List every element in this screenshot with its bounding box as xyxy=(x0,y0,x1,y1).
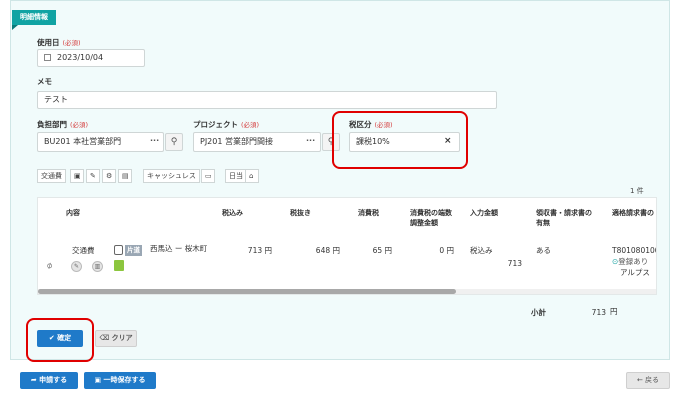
col-tax: 消費税 xyxy=(358,209,379,217)
row-route: 西馬込 ー 桜木町 xyxy=(150,244,208,253)
delete-icon[interactable]: ▥ xyxy=(92,261,103,272)
use-date-field[interactable]: 2023/10/04 xyxy=(37,49,145,67)
record-count: 1 件 xyxy=(630,187,644,195)
memo-label: メモ xyxy=(37,77,52,86)
department-search-button[interactable]: ⚲ xyxy=(165,133,183,151)
oneway-badge: 片道 xyxy=(125,245,142,256)
department-field[interactable]: BU201 本社営業部門 xyxy=(37,132,164,152)
train-row-icon xyxy=(114,245,123,255)
row-tax-out: 648 円 xyxy=(315,246,340,255)
project-label: プロジェクト (必須) xyxy=(193,120,260,129)
highlight-tax xyxy=(332,111,468,169)
train-icon[interactable]: ▣ xyxy=(70,169,84,183)
toolbar-daily-button[interactable]: 日当 xyxy=(225,169,247,183)
row-tax: 65 円 xyxy=(372,246,392,255)
row-invoice-name: アルプス xyxy=(620,268,650,277)
col-receipt: 領収書・請求書の 有無 xyxy=(536,209,592,227)
row-input-amount: 713 xyxy=(507,259,522,268)
col-invoice: 適格請求書の xyxy=(612,209,654,217)
highlight-confirm xyxy=(26,318,94,362)
memo-field[interactable]: テスト xyxy=(37,91,497,109)
send-icon: ➦ xyxy=(30,376,40,384)
pen-icon[interactable]: ✎ xyxy=(86,169,100,183)
edit-icon[interactable]: ✎ xyxy=(71,261,82,272)
ic-card-icon xyxy=(114,260,124,271)
save-draft-button[interactable]: ▣ 一時保存する xyxy=(84,372,156,389)
commuter-icon[interactable]: ⚙ xyxy=(102,169,116,183)
toolbar-transport-button[interactable]: 交通費 xyxy=(37,169,66,183)
row-invoice-status: ⊙登録あり xyxy=(612,257,649,266)
row-invoice-no: T801080100 xyxy=(612,246,656,255)
col-tax-out: 税抜き xyxy=(290,209,311,217)
project-field[interactable]: PJ201 営業部門間接 xyxy=(193,132,321,152)
search-icon: ⚲ xyxy=(170,137,178,147)
section-tab: 明細情報 xyxy=(12,10,56,30)
row-receipt: ある xyxy=(536,246,551,255)
subtotal-label: 小計 xyxy=(531,308,546,317)
clear-button[interactable]: ⌫ クリア xyxy=(95,330,137,347)
row-input-mode: 税込み xyxy=(470,246,493,255)
project-more-icon[interactable]: ··· xyxy=(306,136,315,145)
apply-button[interactable]: ➦ 申請する xyxy=(20,372,78,389)
card-icon[interactable]: ▤ xyxy=(118,169,132,183)
save-icon: ▣ xyxy=(94,376,104,384)
scrollbar-thumb[interactable] xyxy=(38,289,456,294)
row-tax-in: 713 円 xyxy=(247,246,272,255)
col-adjust: 消費税の端数 調整金額 xyxy=(410,209,452,227)
daily-icon[interactable]: ⌂ xyxy=(245,169,259,183)
cashless-card-icon[interactable]: ▭ xyxy=(201,169,215,183)
eraser-icon: ⌫ xyxy=(99,334,112,342)
calendar-icon xyxy=(44,54,51,61)
use-date-label: 使用日 (必須) xyxy=(37,38,81,47)
col-content: 内容 xyxy=(66,209,80,217)
back-button[interactable]: ← 戻る xyxy=(626,372,670,389)
row-adjust: 0 円 xyxy=(439,246,454,255)
subtotal-unit: 円 xyxy=(610,307,618,316)
arrow-left-icon: ← xyxy=(636,376,646,384)
department-more-icon[interactable]: ··· xyxy=(150,136,159,145)
subtotal-value: 713 xyxy=(591,308,606,317)
col-tax-in: 税込み xyxy=(222,209,243,217)
toolbar-cashless-button[interactable]: キャッシュレス xyxy=(143,169,200,183)
row-type: 交通費 xyxy=(72,246,95,255)
department-label: 負担部門 (必須) xyxy=(37,120,89,129)
col-input-amount: 入力金額 xyxy=(470,209,498,217)
